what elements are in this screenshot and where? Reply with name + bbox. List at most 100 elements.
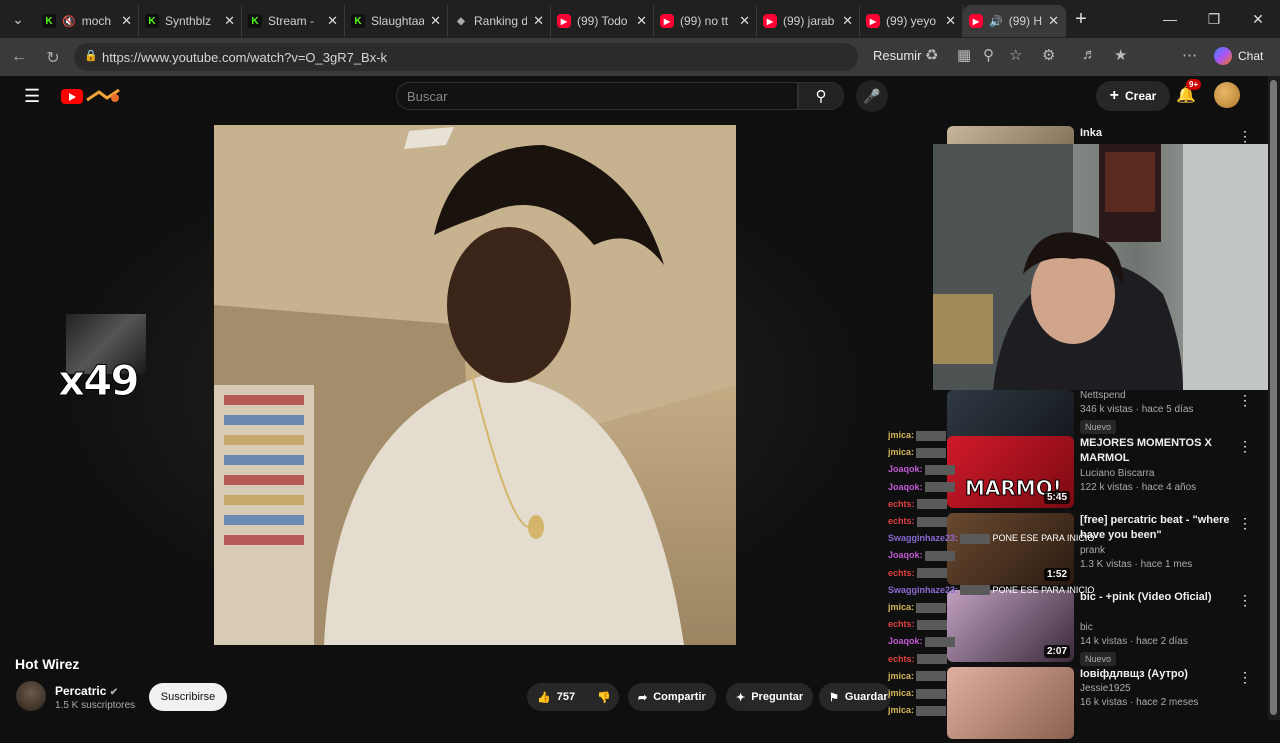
- favorite-star-icon[interactable]: ☆: [1009, 46, 1022, 64]
- thumbs-down-icon[interactable]: 👎: [597, 691, 611, 704]
- more-options-icon[interactable]: ⋮: [1238, 669, 1252, 686]
- summarize-icon[interactable]: ♻: [925, 46, 938, 64]
- voice-search-button[interactable]: 🎤: [856, 80, 888, 112]
- close-tab-icon[interactable]: ✕: [533, 13, 544, 29]
- close-tab-icon[interactable]: ✕: [121, 13, 132, 29]
- browser-tab[interactable]: K Slaughtaa ✕: [345, 5, 448, 37]
- minimize-button[interactable]: —: [1148, 0, 1192, 38]
- zoom-icon[interactable]: ⚲: [983, 46, 994, 64]
- search-button[interactable]: ⚲: [798, 82, 844, 110]
- menu-icon[interactable]: ☰: [24, 86, 40, 107]
- close-tab-icon[interactable]: ✕: [430, 13, 441, 29]
- close-tab-icon[interactable]: ✕: [1048, 13, 1059, 29]
- more-options-icon[interactable]: ⋮: [1238, 592, 1252, 609]
- recommendation-title[interactable]: Ioвiфдлвщз (Аутро): [1080, 667, 1232, 682]
- youtube-doodle-icon[interactable]: [85, 86, 127, 106]
- browser-tab[interactable]: ▶ 🔊 (99) H ✕: [963, 5, 1066, 37]
- more-options-icon[interactable]: ⋮: [1238, 128, 1252, 145]
- youtube-favicon-icon: ▶: [660, 14, 674, 28]
- subscribe-button[interactable]: Suscribirse: [149, 683, 227, 711]
- channel-name[interactable]: Percatric ✔: [55, 684, 118, 698]
- browser-tab[interactable]: ▶ (99) yeyo ✕: [860, 5, 963, 37]
- close-tab-icon[interactable]: ✕: [945, 13, 956, 29]
- url-field[interactable]: 🔒 https://www.youtube.com/watch?v=O_3gR7…: [74, 43, 858, 71]
- new-badge: Nuevo: [1080, 652, 1117, 666]
- video-duration: 2:07: [1043, 645, 1070, 658]
- tab-actions-menu[interactable]: ⌄: [0, 0, 36, 38]
- recommendation-channel[interactable]: Jessie1925: [1080, 683, 1131, 694]
- chat-username: Joaqok:: [888, 636, 923, 647]
- chat-username: echts:: [888, 653, 915, 664]
- recommendation-thumbnail[interactable]: [947, 667, 1074, 739]
- chat-emote-icon: [960, 585, 991, 596]
- like-button[interactable]: 👍 757 👎: [527, 683, 619, 711]
- close-tab-icon[interactable]: ✕: [636, 13, 647, 29]
- account-avatar[interactable]: [1214, 82, 1240, 108]
- recommendation-title[interactable]: [free] percatric beat - "where have you …: [1080, 513, 1232, 543]
- streamer-facecam: [933, 144, 1272, 390]
- close-window-button[interactable]: ✕: [1236, 0, 1280, 38]
- app-icon[interactable]: ▦: [957, 46, 971, 64]
- channel-avatar[interactable]: [16, 681, 46, 711]
- muted-speaker-icon[interactable]: 🔇: [62, 15, 76, 28]
- stream-counter-overlay: x49: [58, 314, 152, 410]
- save-button[interactable]: ⚑ Guardar: [819, 683, 891, 711]
- browser-tab[interactable]: ◆ Ranking d ✕: [448, 5, 551, 37]
- youtube-page: ☰ Buscar ⚲ 🎤 + Crear 🔔 9+ x49 Hot Wirez …: [4, 76, 1272, 739]
- page-scrollbar[interactable]: [1268, 76, 1280, 720]
- chat-emote-icon: [916, 516, 947, 527]
- recommendation-item[interactable]: MARMO! 5:45 MEJORES MOMENTOS X MARMOL Lucia…: [947, 436, 1267, 512]
- close-tab-icon[interactable]: ✕: [842, 13, 853, 29]
- browser-tab[interactable]: K Stream - ✕: [242, 5, 345, 37]
- recommendation-thumbnail[interactable]: 2:07: [947, 590, 1074, 662]
- close-tab-icon[interactable]: ✕: [327, 13, 338, 29]
- recommendation-channel[interactable]: bic: [1080, 622, 1093, 633]
- browser-tab[interactable]: ▶ (99) jarab ✕: [757, 5, 860, 37]
- recommendation-item[interactable]: Ioвiфдлвщз (Аутро) Jessie1925 16 k vistas …: [947, 667, 1267, 743]
- audio-playing-icon[interactable]: 🔊: [989, 15, 1003, 28]
- chat-emote-icon: [924, 637, 955, 648]
- reload-icon[interactable]: ↻: [36, 48, 70, 68]
- copilot-chat-button[interactable]: Chat: [1214, 47, 1263, 65]
- close-tab-icon[interactable]: ✕: [739, 13, 750, 29]
- maximize-button[interactable]: ❐: [1192, 0, 1236, 38]
- recommendation-title[interactable]: MEJORES MOMENTOS X MARMOL: [1080, 436, 1232, 466]
- close-tab-icon[interactable]: ✕: [224, 13, 235, 29]
- recommendation-thumbnail[interactable]: 1:52: [947, 513, 1074, 585]
- create-button[interactable]: + Crear: [1096, 81, 1170, 111]
- chat-message: Joaqok:: [888, 636, 955, 650]
- chat-emote-icon: [916, 671, 947, 682]
- notifications-button[interactable]: 🔔 9+: [1176, 79, 1202, 105]
- reading-icon[interactable]: ♬: [1082, 46, 1097, 63]
- more-menu-icon[interactable]: ⋯: [1182, 46, 1197, 64]
- favorites-icon[interactable]: ★: [1114, 46, 1127, 64]
- site-info-icon[interactable]: 🔒: [84, 49, 98, 62]
- browser-tab[interactable]: K Synthblz ✕: [139, 5, 242, 37]
- more-options-icon[interactable]: ⋮: [1238, 438, 1252, 455]
- recommendation-item[interactable]: 2:07 bic - +pink (Video Oficial) bic 14 k v…: [947, 590, 1267, 666]
- share-button[interactable]: ➦ Compartir: [628, 683, 716, 711]
- summarize-button[interactable]: Resumir: [873, 48, 921, 63]
- overlay-counter: x49: [58, 356, 141, 406]
- more-options-icon[interactable]: ⋮: [1238, 515, 1252, 532]
- more-options-icon[interactable]: ⋮: [1238, 392, 1252, 409]
- chat-emote-icon: [916, 430, 947, 441]
- recommendation-channel[interactable]: Luciano Biscarra: [1080, 468, 1154, 479]
- browser-tab[interactable]: ▶ (99) Todo ✕: [551, 5, 654, 37]
- search-input[interactable]: Buscar: [396, 82, 798, 110]
- recommendation-channel[interactable]: Nettspend: [1080, 390, 1126, 401]
- recommendation-title[interactable]: Inka: [1080, 126, 1232, 141]
- recommendation-thumbnail[interactable]: MARMO! 5:45: [947, 436, 1074, 508]
- recommendation-item[interactable]: 1:52 [free] percatric beat - "where have …: [947, 513, 1267, 589]
- youtube-logo[interactable]: [61, 89, 83, 104]
- browser-tab[interactable]: K 🔇 moch ✕: [36, 5, 139, 37]
- extensions-icon[interactable]: ⚙: [1042, 46, 1055, 64]
- chat-username: jmica:: [888, 670, 915, 681]
- back-icon[interactable]: ←: [2, 48, 36, 66]
- new-tab-button[interactable]: +: [1066, 8, 1096, 31]
- recommendation-title[interactable]: bic - +pink (Video Oficial): [1080, 590, 1232, 605]
- video-player[interactable]: [214, 125, 736, 645]
- ask-button[interactable]: ✦ Preguntar: [726, 683, 814, 711]
- scrollbar-thumb[interactable]: [1270, 80, 1277, 715]
- browser-tab[interactable]: ▶ (99) no tt ✕: [654, 5, 757, 37]
